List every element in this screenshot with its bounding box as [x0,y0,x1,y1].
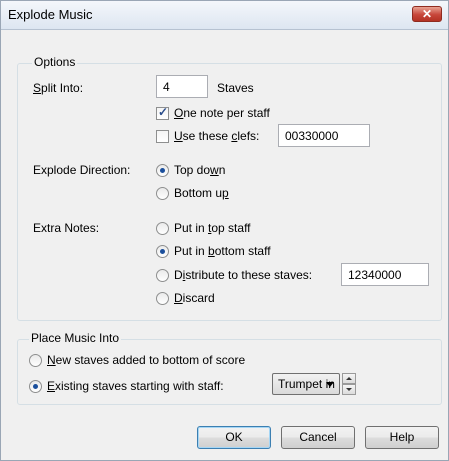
existing-staves-radio[interactable] [29,380,42,393]
clefs-value: 00330000 [285,129,339,143]
extra-notes-label: Extra Notes: [33,221,100,235]
place-music-group-label: Place Music Into [29,331,122,345]
options-group-label: Options [32,55,78,69]
put-in-bottom-staff-label[interactable]: Put in bottom staff [174,244,271,258]
existing-staves-label[interactable]: Existing staves starting with staff: [47,379,224,393]
staves-suffix-label: Staves [217,81,254,95]
clefs-input[interactable]: 00330000 [278,124,370,147]
split-into-label: Split Into: [33,81,84,95]
put-in-top-staff-label[interactable]: Put in top staff [174,221,251,235]
split-into-input[interactable]: 4 [156,75,208,98]
close-button[interactable]: ✕ [412,6,442,22]
use-these-clefs-checkbox[interactable] [156,130,169,143]
top-down-radio[interactable] [156,164,169,177]
chevron-down-icon [326,382,334,387]
cancel-button[interactable]: Cancel [281,426,355,449]
one-note-per-staff-label[interactable]: One note per staff [174,106,270,120]
help-button[interactable]: Help [365,426,439,449]
bottom-up-label[interactable]: Bottom up [174,186,229,200]
spin-down-icon[interactable] [342,384,356,395]
staff-select[interactable]: Trumpet in [272,373,340,395]
one-note-per-staff-checkbox[interactable] [156,105,169,120]
distribute-radio[interactable] [156,269,169,282]
staff-spinner[interactable] [342,373,356,395]
window-title: Explode Music [8,7,93,22]
put-in-top-staff-radio[interactable] [156,222,169,235]
place-music-group [17,339,442,405]
ok-button[interactable]: OK [197,426,271,449]
discard-label[interactable]: Discard [174,291,215,305]
discard-radio[interactable] [156,292,169,305]
distribute-staves-value: 12340000 [348,268,402,282]
close-icon: ✕ [421,7,433,21]
use-these-clefs-label[interactable]: Use these clefs: [174,129,259,143]
spin-up-icon[interactable] [342,373,356,384]
new-staves-radio[interactable] [29,354,42,367]
distribute-staves-input[interactable]: 12340000 [341,263,429,286]
top-down-label[interactable]: Top down [174,163,225,177]
distribute-label[interactable]: Distribute to these staves: [174,268,312,282]
title-bar[interactable]: Explode Music ✕ [1,1,448,30]
bottom-up-radio[interactable] [156,187,169,200]
explode-direction-label: Explode Direction: [33,163,131,177]
put-in-bottom-staff-radio[interactable] [156,245,169,258]
split-into-value: 4 [163,80,170,94]
explode-music-dialog: Explode Music ✕ Options Split Into: 4 St… [0,0,449,461]
new-staves-label[interactable]: New staves added to bottom of score [47,353,245,367]
